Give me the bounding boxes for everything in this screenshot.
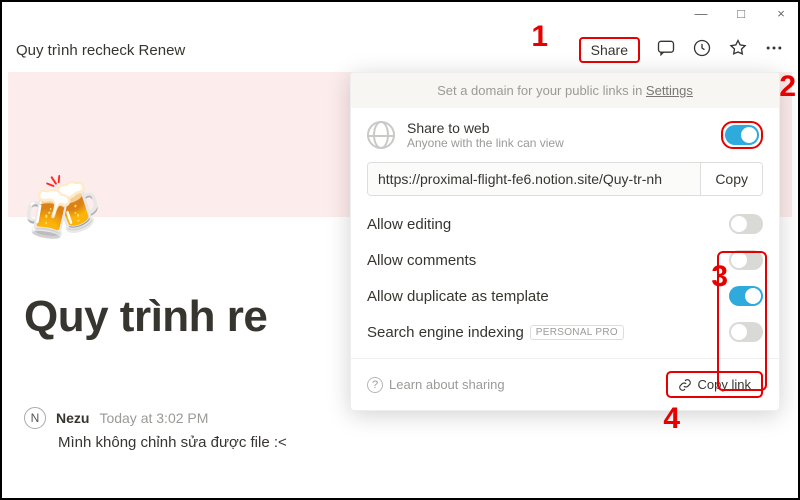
author-name: Nezu [56,410,89,426]
globe-icon [367,121,395,149]
topbar-actions: Share [579,37,784,63]
domain-banner-text: Set a domain for your public links in [437,83,646,98]
learn-about-sharing[interactable]: ? Learn about sharing [367,377,505,393]
breadcrumb[interactable]: Quy trình recheck Renew [16,42,185,59]
allow-editing-toggle[interactable] [729,214,763,234]
learn-label: Learn about sharing [389,377,505,392]
share-web-toggle[interactable] [725,125,759,145]
share-web-title: Share to web [407,120,564,136]
window-maximize[interactable]: □ [730,6,752,21]
share-url-input[interactable]: https://proximal-flight-fe6.notion.site/… [368,163,700,195]
window-minimize[interactable]: — [690,6,712,21]
share-popup: Set a domain for your public links in Se… [350,72,780,411]
share-web-subtitle: Anyone with the link can view [407,136,564,150]
copy-button[interactable]: Copy [700,163,762,195]
comments-icon[interactable] [656,38,676,63]
topbar: Quy trình recheck Renew Share [2,32,798,68]
allow-editing-label: Allow editing [367,216,451,233]
help-icon: ? [367,377,383,393]
page-emoji[interactable]: 🍻 [22,172,102,247]
favorite-icon[interactable] [728,38,748,63]
copy-link-label: Copy link [698,377,751,392]
callout-1: 1 [531,20,548,54]
copy-link-button[interactable]: Copy link [666,371,763,398]
settings-link[interactable]: Settings [646,83,693,98]
share-popup-footer: ? Learn about sharing Copy link [351,358,779,410]
share-button[interactable]: Share [579,37,640,63]
callout-4: 4 [663,402,680,436]
link-icon [678,378,692,392]
updates-icon[interactable] [692,38,712,63]
author-row: N Nezu Today at 3:02 PM [24,407,208,429]
share-web-toggle-highlight [721,121,763,149]
allow-editing-row: Allow editing [351,206,779,242]
callout-3: 3 [711,260,728,294]
allow-comments-toggle[interactable] [729,250,763,270]
author-time: Today at 3:02 PM [99,410,208,426]
allow-comments-label: Allow comments [367,252,476,269]
allow-duplicate-toggle[interactable] [729,286,763,306]
share-to-web-text: Share to web Anyone with the link can vi… [407,120,564,150]
comment-text: Mình không chỉnh sửa được file :< [58,434,287,451]
window-controls: — □ × [690,6,792,21]
domain-banner: Set a domain for your public links in Se… [351,73,779,108]
search-indexing-row: Search engine indexing PERSONAL PRO [351,314,779,350]
allow-duplicate-label: Allow duplicate as template [367,288,549,305]
callout-2: 2 [779,70,796,104]
page-title[interactable]: Quy trình re [24,292,267,342]
window-close[interactable]: × [770,6,792,21]
personal-pro-badge: PERSONAL PRO [530,325,624,340]
share-to-web-row: Share to web Anyone with the link can vi… [351,108,779,162]
search-indexing-label: Search engine indexing [367,324,524,341]
more-icon[interactable] [764,38,784,63]
share-link-row: https://proximal-flight-fe6.notion.site/… [367,162,763,196]
search-indexing-toggle[interactable] [729,322,763,342]
avatar[interactable]: N [24,407,46,429]
